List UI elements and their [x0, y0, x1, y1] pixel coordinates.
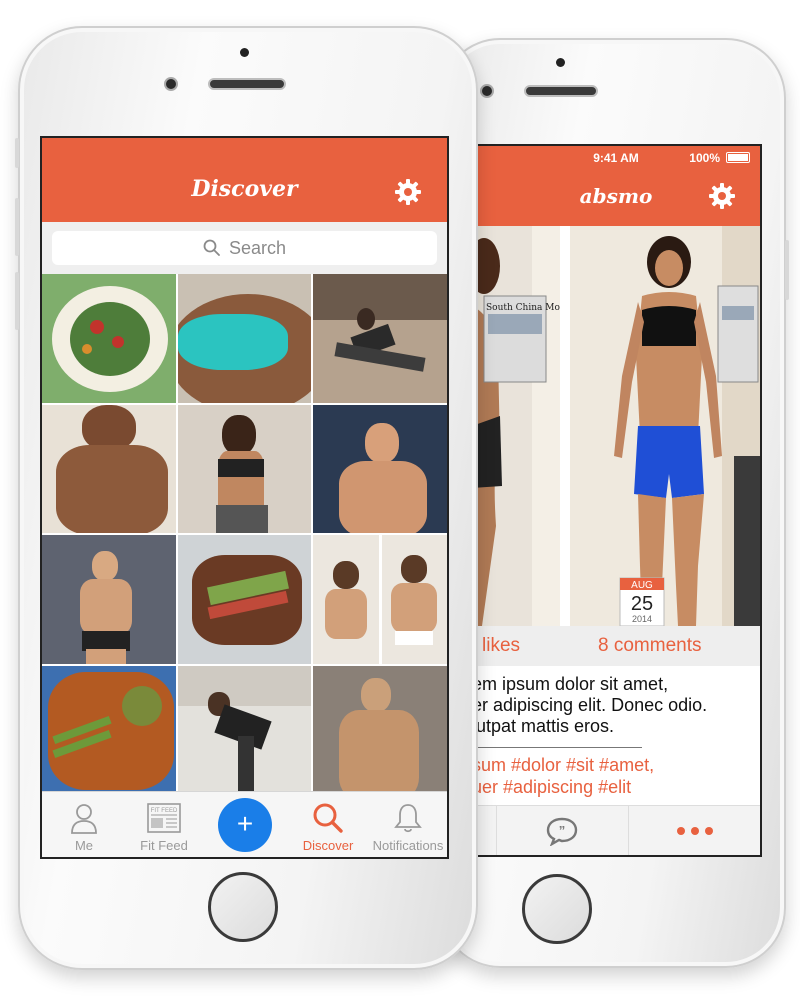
front-proximity-sensor — [240, 48, 249, 57]
photo-tile-man-selfie[interactable] — [42, 404, 176, 533]
tab-label: Me — [74, 838, 94, 853]
photo-tile-salad[interactable] — [42, 274, 176, 403]
front-screen: Discover Search Me FIT FEED Fit Feed + D… — [40, 136, 449, 859]
search-placeholder: Search — [228, 237, 287, 258]
front-camera — [164, 77, 178, 91]
search-icon — [313, 803, 343, 833]
power-button — [785, 240, 789, 300]
before-after-photo[interactable]: South China Morn AUG 25 2014 — [472, 226, 760, 627]
hashtags[interactable]: sum #dolor #sit #amet, uer #adipiscing #… — [472, 754, 760, 798]
photo-tile-man-flex[interactable] — [313, 404, 447, 533]
date-card-day: 25 — [631, 593, 653, 615]
back-speaker — [524, 85, 598, 97]
bell-icon — [394, 804, 422, 833]
back-screen: 9:41 AM 100% absmo South China Morn AUG … — [470, 144, 762, 857]
tab-label: Notifications — [372, 838, 444, 853]
search-bar-container: Search — [42, 222, 447, 274]
tab-me[interactable]: Me — [44, 802, 124, 853]
tab-label: Fit Feed — [140, 838, 188, 853]
photo-tile-glutes[interactable] — [177, 274, 312, 403]
battery-percentage: 100% — [689, 151, 720, 165]
discover-photo-grid — [42, 274, 447, 794]
settings-gear-icon[interactable] — [394, 178, 422, 206]
search-input[interactable]: Search — [52, 231, 437, 265]
back-home-button[interactable] — [522, 874, 592, 944]
hashtag-line[interactable]: sum #dolor #sit #amet, — [472, 754, 760, 776]
photo-tile-yoga[interactable] — [313, 274, 447, 403]
date-card-month: AUG — [631, 580, 653, 591]
post-action-bar: ” — [472, 805, 760, 855]
fit-feed-badge: FIT FEED — [151, 808, 178, 814]
person-icon — [71, 804, 97, 834]
front-speaker — [208, 78, 286, 90]
caption-line: er adipiscing elit. Donec odio. — [472, 695, 708, 715]
post-caption: em ipsum dolor sit amet, er adipiscing e… — [472, 674, 760, 737]
photo-tile-man-shirtless[interactable] — [313, 665, 447, 794]
more-dot — [677, 827, 685, 835]
more-dot — [691, 827, 699, 835]
comment-bubble-icon: ” — [546, 817, 578, 846]
volume-down-button — [15, 272, 19, 330]
comments-link[interactable]: 8 comments — [598, 635, 701, 657]
tab-discover[interactable]: Discover — [288, 802, 368, 853]
search-icon — [203, 239, 220, 256]
battery-icon — [726, 152, 750, 163]
photo-tile-woman-mirror[interactable] — [177, 404, 312, 533]
caption-divider — [472, 747, 642, 748]
photo-tile-man-mirror[interactable] — [42, 535, 176, 664]
date-card-year: 2014 — [632, 614, 652, 624]
page-title: Discover — [191, 176, 298, 202]
svg-text:”: ” — [559, 823, 566, 838]
hashtag-line[interactable]: uer #adipiscing #elit — [472, 776, 760, 798]
caption-line: lutpat mattis eros. — [472, 716, 615, 736]
progress-photo-illustration: South China Morn AUG 25 2014 — [472, 226, 760, 627]
photo-tile-gym-deadlift[interactable] — [177, 665, 312, 794]
settings-gear-icon[interactable] — [708, 182, 736, 210]
more-dot — [705, 827, 713, 835]
newspaper-title-left: South China Morn — [486, 303, 570, 313]
add-post-button[interactable]: + — [218, 798, 272, 852]
tab-fit-feed[interactable]: FIT FEED Fit Feed — [124, 802, 204, 853]
plus-icon: + — [236, 808, 254, 839]
discover-navbar: Discover — [42, 138, 447, 222]
more-options-button[interactable] — [628, 806, 760, 855]
tab-label: Discover — [302, 838, 354, 853]
caption-line: em ipsum dolor sit amet, — [472, 674, 669, 694]
bottom-tab-bar: Me FIT FEED Fit Feed + Discover Notifica… — [42, 791, 447, 857]
photo-tile-before-after-man[interactable] — [313, 535, 447, 664]
back-proximity-sensor — [556, 58, 565, 67]
likes-link[interactable]: likes — [482, 635, 520, 657]
comment-button[interactable]: ” — [496, 806, 626, 855]
photo-tile-chicken-asparagus[interactable] — [42, 665, 176, 794]
volume-up-button — [15, 198, 19, 256]
tab-notifications[interactable]: Notifications — [368, 802, 447, 853]
newspaper-icon: FIT FEED — [147, 803, 181, 833]
back-navbar: 9:41 AM 100% absmo — [472, 146, 760, 226]
photo-tile-sandwich[interactable] — [177, 535, 312, 664]
back-front-camera — [480, 84, 494, 98]
status-bar: 9:41 AM 100% — [472, 146, 760, 168]
front-home-button[interactable] — [208, 872, 278, 942]
mute-switch — [15, 138, 19, 168]
engagement-row: likes 8 comments — [472, 626, 760, 666]
